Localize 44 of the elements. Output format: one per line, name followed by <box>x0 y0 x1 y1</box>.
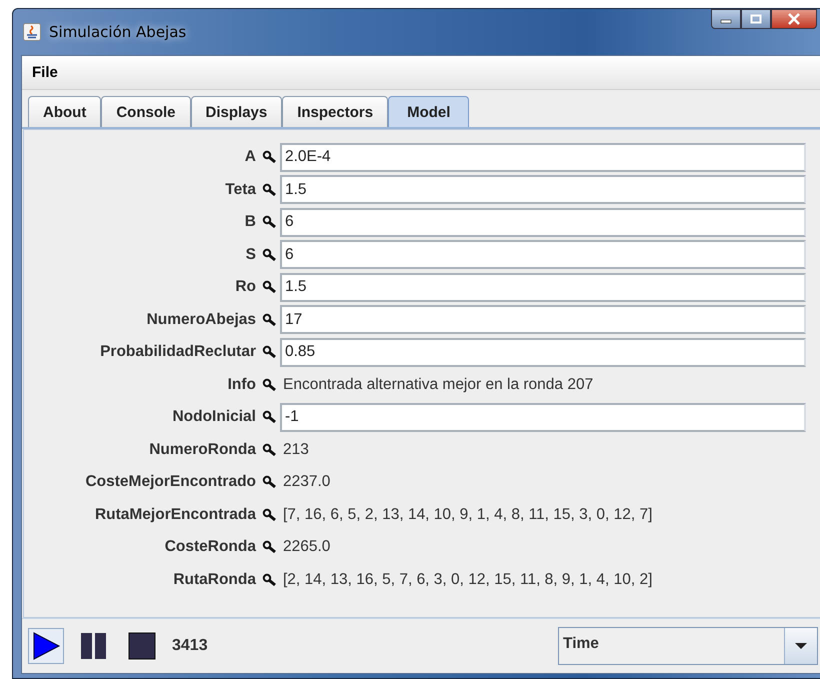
tab[interactable]: About <box>28 96 102 127</box>
property-label: A <box>244 147 256 167</box>
input-field[interactable]: -1 <box>280 402 806 432</box>
input-field[interactable]: 17 <box>280 305 806 334</box>
property-label: CosteMejorEncontrado <box>84 472 256 492</box>
maximize-button[interactable] <box>741 9 771 29</box>
property-label: RutaMejorEncontrada <box>94 504 256 524</box>
property-label: B <box>244 212 256 232</box>
property-value: [7, 16, 6, 5, 2, 13, 14, 10, 9, 1, 4, 8, 11, 15, 3, 0, 12, 7] <box>282 506 654 524</box>
property-label: Info <box>226 374 256 394</box>
property-label: Teta <box>224 180 256 200</box>
property-label: CosteRonda <box>164 537 256 557</box>
property-label: NumeroRonda <box>148 440 256 460</box>
tab[interactable]: Model <box>388 96 470 127</box>
menu-item[interactable]: File <box>22 64 68 81</box>
property-label: ProbabilidadReclutar <box>99 342 256 362</box>
property-label: NodoInicial <box>171 407 256 427</box>
property-value: 2265.0 <box>282 538 332 556</box>
property-label: Ro <box>234 277 256 297</box>
property-label: NumeroAbejas <box>146 310 256 330</box>
property-label: RutaRonda <box>172 570 256 590</box>
window-title: Simulación Abejas <box>49 23 186 41</box>
close-button[interactable] <box>771 9 817 29</box>
tab[interactable]: Inspectors <box>282 96 388 127</box>
input-field[interactable]: 6 <box>280 240 806 270</box>
input-field[interactable]: 6 <box>280 208 806 237</box>
input-field[interactable]: 2.0E-4 <box>280 142 806 172</box>
step-counter: 3413 <box>172 637 208 655</box>
close-icon <box>787 13 801 25</box>
input-field[interactable]: 0.85 <box>280 338 806 367</box>
property-value: Encontrada alternativa mejor en la ronda 207 <box>282 376 594 394</box>
maximize-icon <box>750 14 762 24</box>
minimize-button[interactable] <box>711 9 741 29</box>
property-value: 213 <box>282 440 310 459</box>
tab[interactable]: Console <box>101 96 191 127</box>
play-button[interactable] <box>28 628 64 664</box>
caret-icon <box>794 642 808 650</box>
property-label: S <box>244 244 256 264</box>
input-field[interactable]: 1.5 <box>280 175 806 204</box>
time-dropdown[interactable]: Time <box>558 627 818 665</box>
tab[interactable]: Displays <box>190 96 282 127</box>
input-field[interactable]: 1.5 <box>280 272 806 302</box>
property-value: 2237.0 <box>282 473 332 492</box>
property-value: [2, 14, 13, 16, 5, 7, 6, 3, 0, 12, 15, 11, 8, 9, 1, 4, 10, 2] <box>282 570 654 589</box>
